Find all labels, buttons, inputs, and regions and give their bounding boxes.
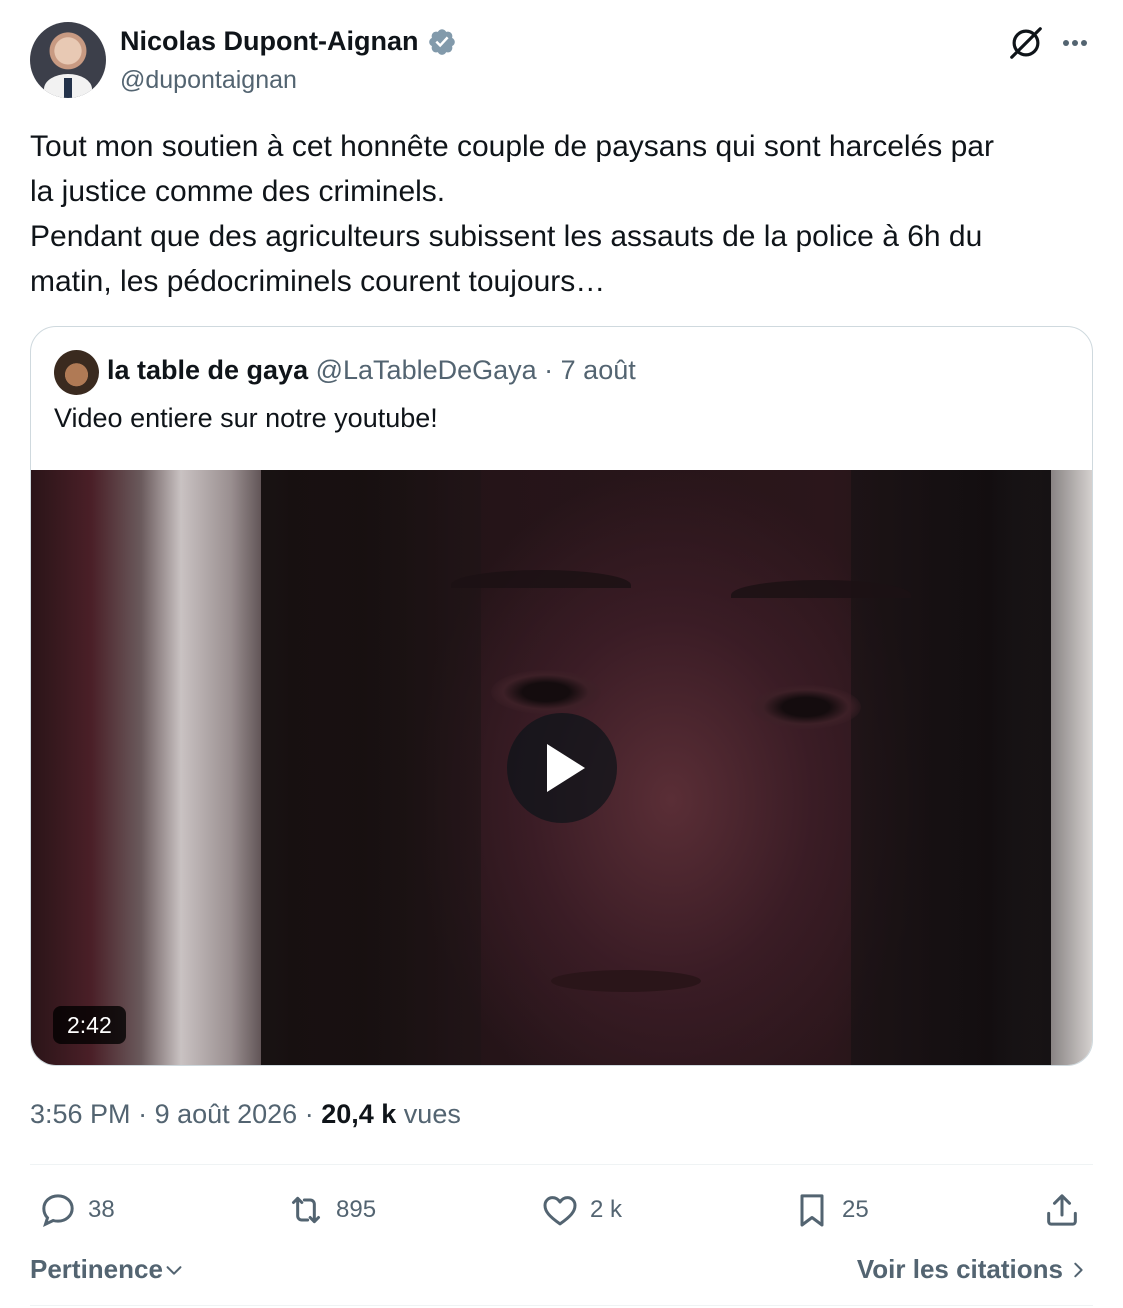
share-icon — [1047, 1194, 1077, 1226]
quotes-label: Voir les citations — [856, 1254, 1063, 1284]
like-count: 2 k — [590, 1196, 623, 1223]
chevron-right-icon — [1074, 1262, 1083, 1277]
quoted-separator: · — [536, 355, 561, 385]
video-frame-eye — [751, 685, 861, 729]
stamp-separator: · — [297, 1099, 322, 1129]
tweet-time[interactable]: 3:56 PM — [30, 1099, 131, 1129]
video-frame-hair-right — [851, 470, 1051, 1065]
reply-count: 38 — [88, 1196, 115, 1223]
author-name-row: Nicolas Dupont-Aignan — [120, 26, 457, 57]
sort-label: Pertinence — [30, 1254, 163, 1284]
more-icon[interactable] — [1057, 28, 1093, 58]
video-duration: 2:42 — [53, 1006, 126, 1044]
video-frame-hair-left — [261, 470, 481, 1065]
tweet-date[interactable]: 9 août 2026 — [155, 1099, 298, 1129]
author-handle[interactable]: @dupontaignan — [120, 66, 297, 95]
action-bar: 38 895 2 k 25 — [30, 1185, 1093, 1235]
grok-icon[interactable] — [1007, 24, 1045, 62]
quoted-text: Video entiere sur notre youtube! — [54, 403, 438, 433]
tweet-header: Nicolas Dupont-Aignan @dupontaignan — [30, 22, 1093, 102]
video-frame-brow — [731, 580, 911, 610]
views-count: 20,4 k — [321, 1099, 397, 1129]
sort-dropdown[interactable]: Pertinence — [30, 1254, 185, 1285]
tweet-text: Tout mon soutien à cet honnête couple de… — [30, 130, 994, 298]
divider — [30, 1164, 1093, 1165]
play-button[interactable] — [507, 713, 617, 823]
quoted-avatar[interactable] — [54, 350, 99, 395]
quoted-handle[interactable]: @LaTableDeGaya — [316, 355, 537, 385]
share-button[interactable] — [1042, 1185, 1082, 1235]
repost-count: 895 — [336, 1196, 377, 1223]
quoted-tweet[interactable]: la table de gaya @LaTableDeGaya · 7 août… — [30, 326, 1093, 1066]
video-frame-eye — [491, 670, 601, 714]
video-frame-mouth — [551, 970, 701, 992]
reply-icon — [42, 1194, 74, 1228]
like-icon — [543, 1196, 577, 1226]
tweet-timestamp: 3:56 PM · 9 août 2026 · 20,4 k vues — [30, 1099, 461, 1130]
quoted-header: la table de gaya @LaTableDeGaya · 7 août — [107, 355, 636, 386]
stamp-separator: · — [130, 1099, 155, 1129]
video-frame-brow — [451, 570, 631, 600]
author-avatar[interactable] — [30, 22, 106, 98]
bookmark-button[interactable]: 25 — [792, 1185, 869, 1235]
views-label: vues — [403, 1099, 461, 1129]
reply-button[interactable]: 38 — [38, 1185, 115, 1235]
divider — [30, 1305, 1093, 1306]
quoted-name[interactable]: la table de gaya — [107, 355, 308, 385]
like-button[interactable]: 2 k — [540, 1185, 622, 1235]
quoted-date[interactable]: 7 août — [561, 355, 636, 385]
repost-button[interactable]: 895 — [286, 1185, 376, 1235]
play-icon — [547, 744, 585, 792]
verified-badge-icon — [428, 28, 455, 55]
chevron-down-icon — [166, 1265, 182, 1275]
bookmark-icon — [800, 1194, 824, 1227]
bookmark-count: 25 — [842, 1196, 869, 1223]
author-name[interactable]: Nicolas Dupont-Aignan — [120, 26, 419, 57]
video-player[interactable]: 2:42 — [31, 470, 1092, 1065]
replies-footer: Pertinence Voir les citations — [30, 1250, 1093, 1290]
view-quotes-link[interactable]: Voir les citations — [857, 1254, 1087, 1285]
repost-icon — [292, 1196, 320, 1224]
